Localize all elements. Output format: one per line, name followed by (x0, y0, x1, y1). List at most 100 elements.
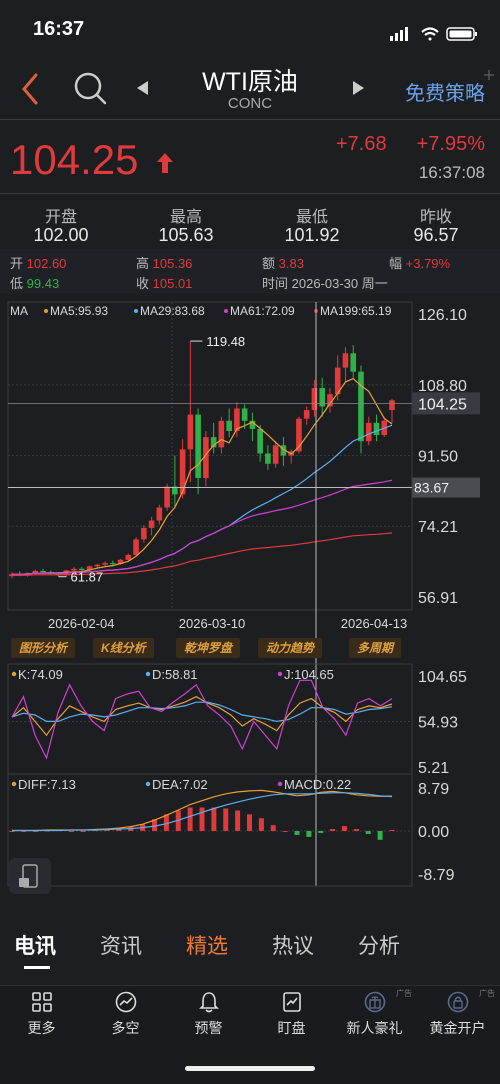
tab-news[interactable]: 资讯 (100, 930, 142, 960)
macd-bar (258, 818, 264, 831)
macd-y-tick: -8.79 (418, 867, 455, 884)
kdj-y-tick: 5.21 (418, 760, 449, 777)
candle-body (148, 520, 155, 528)
macd-panel: 8.79 0.00 -8.79 DIFF:7.13 DEA:7.02 MACD:0.22 (7, 773, 455, 887)
trend-circle-icon (115, 991, 136, 1013)
legend-item: MA61:72.09 (230, 304, 295, 318)
kdj-y-tick: 54.93 (418, 715, 458, 732)
ma29-line (11, 424, 393, 576)
status-icons (390, 27, 477, 41)
candle-body (94, 564, 101, 567)
info-range: 幅 +3.79% (389, 256, 451, 271)
bottom-alert[interactable]: 预警 (167, 985, 250, 1040)
tool-graph-analysis[interactable]: 图形分析 (11, 638, 76, 658)
candle-body (303, 410, 310, 419)
tool-multi-period[interactable]: 多周期 (349, 638, 402, 658)
min-label: 61.87 (71, 570, 104, 585)
macd-bar (353, 829, 359, 831)
kline-chart[interactable]: 126.10 108.80 91.50 74.21 56.91 2026-02-04 202… (0, 296, 500, 891)
candle-body (110, 563, 116, 565)
legend-item: MA5:95.93 (50, 304, 108, 318)
info-high: 高 105.36 (136, 256, 193, 271)
gift-icon (364, 991, 385, 1013)
y-tick-label: 126.10 (418, 307, 467, 324)
kdj-legend-item: K:74.09 (18, 667, 63, 682)
stat-high-value: 105.63 (158, 225, 214, 245)
kdj-legend-item: D:58.81 (152, 667, 198, 682)
ma199-line (11, 532, 393, 577)
y-tick-label: 91.50 (418, 449, 458, 466)
macd-legend-item: DIFF:7.13 (18, 777, 76, 792)
free-strategy-button[interactable]: 免费策略 (405, 77, 485, 106)
macd-bar (223, 808, 229, 831)
macd-y-tick: 8.79 (418, 781, 449, 798)
next-instrument-icon[interactable] (350, 80, 366, 96)
stat-open-label: 开盘 (44, 209, 77, 226)
battery-icon (446, 27, 477, 41)
macd-bar (80, 831, 86, 832)
active-tab-indicator (24, 966, 50, 969)
candle-body (218, 420, 225, 448)
x-axis-label: 2026-03-10 (179, 616, 246, 631)
macd-bar (33, 831, 39, 832)
ma61-line (11, 479, 393, 576)
landscape-button[interactable] (9, 858, 51, 894)
tool-compass[interactable]: 乾坤罗盘 (176, 638, 241, 658)
candle-body (125, 554, 132, 560)
macd-bar (68, 831, 74, 832)
quote-divider (0, 193, 500, 194)
bottom-gold-account[interactable]: 广告 黄金开户 (416, 985, 499, 1040)
legend-dot (134, 309, 138, 313)
bottom-newbie-gift[interactable]: 广告 新人豪礼 (333, 985, 416, 1040)
tool-kline-analysis[interactable]: K线分析 (93, 638, 154, 658)
tab-telegraph[interactable]: 电讯 (14, 930, 56, 960)
stat-prevclose-label: 昨收 (419, 209, 452, 226)
kdj-legend-dot (277, 671, 283, 677)
x-axis-label: 2026-04-13 (341, 616, 408, 631)
y-tick-label: 56.91 (418, 590, 458, 607)
candle-body (164, 486, 170, 508)
bottom-more[interactable]: 更多 (0, 985, 83, 1040)
stat-low-label: 最低 (295, 209, 328, 226)
legend-dot (44, 309, 48, 313)
tab-hot-discussion[interactable]: 热议 (272, 930, 314, 960)
signal-icon (390, 27, 408, 41)
candle-body (373, 422, 380, 436)
candle-body (156, 507, 163, 521)
crosshair-value: 83.67 (414, 480, 449, 496)
bottom-long-short[interactable]: 多空 (84, 985, 167, 1040)
info-time: 时间 2026-03-30 周一 (262, 276, 388, 291)
macd-bar (211, 807, 217, 831)
tab-analysis[interactable]: 分析 (358, 930, 400, 960)
stat-high-label: 最高 (169, 209, 202, 226)
info-close: 收 105.01 (136, 276, 193, 291)
kdj-legend-dot (145, 671, 151, 677)
tool-momentum-trend[interactable]: 动力趋势 (258, 638, 323, 658)
macd-bar (342, 826, 347, 831)
macd-bar (365, 831, 371, 834)
chart-card-icon (282, 992, 301, 1012)
max-label: 119.48 (206, 334, 245, 349)
macd-legend-item: MACD:0.22 (284, 777, 351, 792)
tab-featured[interactable]: 精选 (186, 930, 228, 960)
bell-icon (198, 992, 219, 1013)
candle-body (342, 353, 349, 368)
last-price: 104.25 (10, 136, 139, 183)
kdj-j-line (11, 679, 393, 760)
kdj-legend-dot (11, 671, 17, 677)
x-axis-label: 2026-02-04 (48, 616, 115, 631)
candle-body (365, 422, 372, 442)
candle-body (195, 414, 201, 479)
news-tabbar (0, 918, 500, 984)
price-change: +7.68 (336, 133, 387, 155)
macd-bar (247, 814, 252, 831)
bottom-watch[interactable]: 盯盘 (250, 985, 333, 1040)
up-arrow-icon (157, 153, 173, 173)
home-indicator (185, 1066, 315, 1071)
macd-bar (21, 831, 27, 832)
macd-bar (282, 831, 288, 832)
macd-bar (330, 829, 336, 831)
macd-bar (377, 831, 383, 840)
last-price-tag: 104.25 (418, 396, 467, 413)
y-tick-label: 74.21 (418, 519, 458, 536)
